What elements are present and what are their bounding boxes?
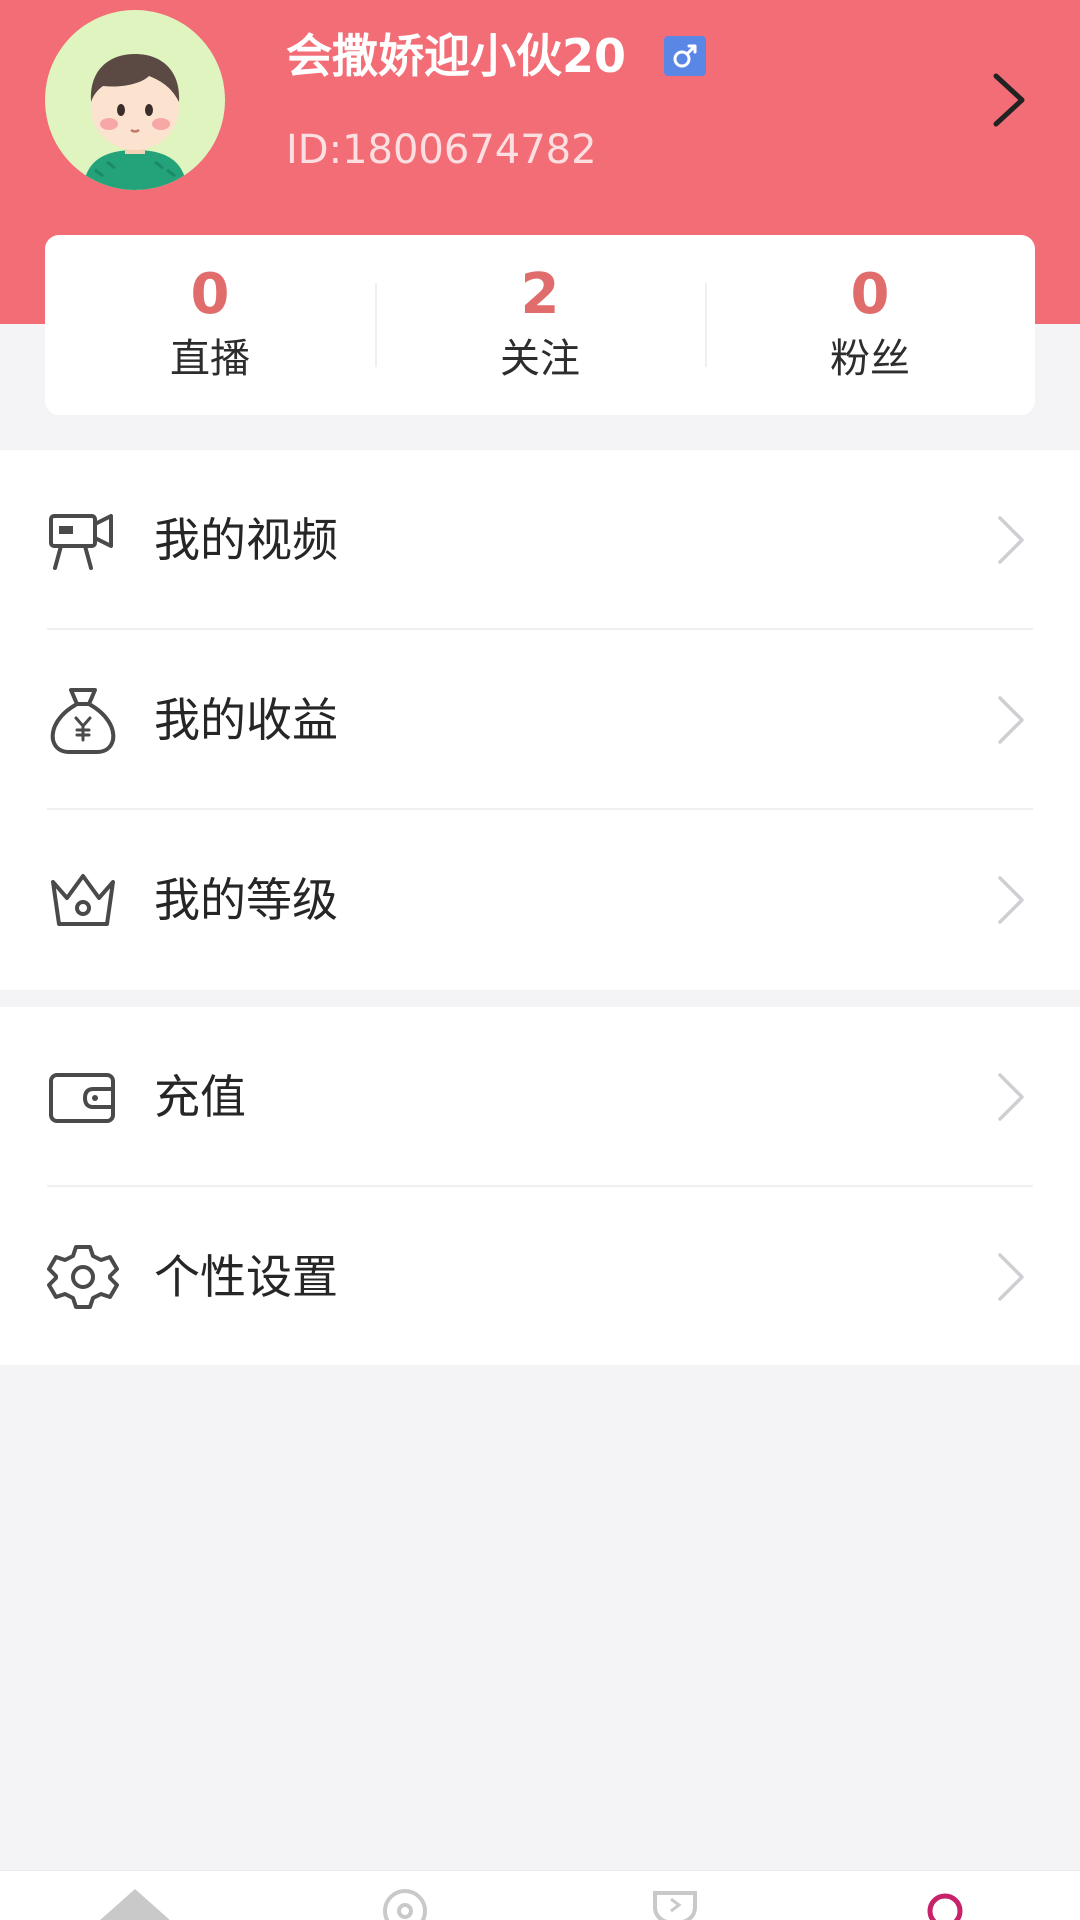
- menu-label: 我的收益: [154, 693, 338, 747]
- chevron-right-icon: [994, 1069, 1028, 1125]
- stat-following-label: 关注: [500, 336, 580, 382]
- stat-following-count: 2: [520, 262, 560, 327]
- bottom-tab-bar: [0, 1870, 1080, 1920]
- stat-fans-label: 粉丝: [830, 336, 910, 382]
- menu-group-secondary: 充值 个性设置: [0, 1007, 1080, 1365]
- money-bag-icon: [47, 684, 119, 756]
- tab-me[interactable]: [810, 1871, 1080, 1920]
- stat-fans[interactable]: 0 粉丝: [705, 235, 1035, 415]
- tab-ranking[interactable]: [540, 1871, 810, 1920]
- chevron-right-icon: [994, 1249, 1028, 1305]
- tab-explore[interactable]: [270, 1871, 540, 1920]
- wallet-icon: [47, 1061, 119, 1133]
- chevron-right-icon: [994, 872, 1028, 928]
- gear-icon: [47, 1241, 119, 1313]
- chevron-right-icon: [994, 512, 1028, 568]
- user-id: ID:1800674782: [286, 127, 597, 173]
- trophy-icon: [653, 1891, 697, 1920]
- chevron-right-icon: [993, 73, 1025, 127]
- profile-detail-arrow[interactable]: [984, 68, 1036, 132]
- avatar[interactable]: [45, 10, 225, 190]
- stat-live-count: 0: [190, 262, 230, 327]
- menu-label: 个性设置: [154, 1250, 338, 1304]
- menu-label: 我的视频: [154, 513, 338, 567]
- home-icon: [100, 1889, 170, 1920]
- avatar-illustration-icon: [45, 10, 225, 190]
- profile-icon: [927, 1893, 963, 1920]
- menu-item-my-level[interactable]: 我的等级: [0, 810, 1080, 990]
- tab-home[interactable]: [0, 1871, 270, 1920]
- stats-card: 0 直播 2 关注 0 粉丝: [45, 235, 1035, 415]
- menu-item-my-videos[interactable]: 我的视频: [0, 450, 1080, 630]
- menu-item-settings[interactable]: 个性设置: [0, 1187, 1080, 1367]
- gender-badge: [664, 36, 706, 76]
- video-camera-icon: [47, 504, 119, 576]
- stat-following[interactable]: 2 关注: [375, 235, 705, 415]
- menu-label: 我的等级: [154, 873, 338, 927]
- stat-live-label: 直播: [170, 336, 250, 382]
- username: 会撒娇迎小伙20: [286, 29, 627, 83]
- crown-icon: [47, 864, 119, 936]
- male-icon: [673, 44, 697, 68]
- menu-group-primary: 我的视频 我的收益 我的等级: [0, 450, 1080, 990]
- menu-item-my-earnings[interactable]: 我的收益: [0, 630, 1080, 810]
- profile-page: 会撒娇迎小伙20 ID:1800674782 0 直播 2 关注 0 粉丝 我的…: [0, 0, 1080, 1920]
- stat-live[interactable]: 0 直播: [45, 235, 375, 415]
- menu-item-recharge[interactable]: 充值: [0, 1007, 1080, 1187]
- stat-fans-count: 0: [850, 262, 890, 327]
- explore-icon: [383, 1889, 427, 1920]
- chevron-right-icon: [994, 692, 1028, 748]
- menu-label: 充值: [154, 1070, 246, 1124]
